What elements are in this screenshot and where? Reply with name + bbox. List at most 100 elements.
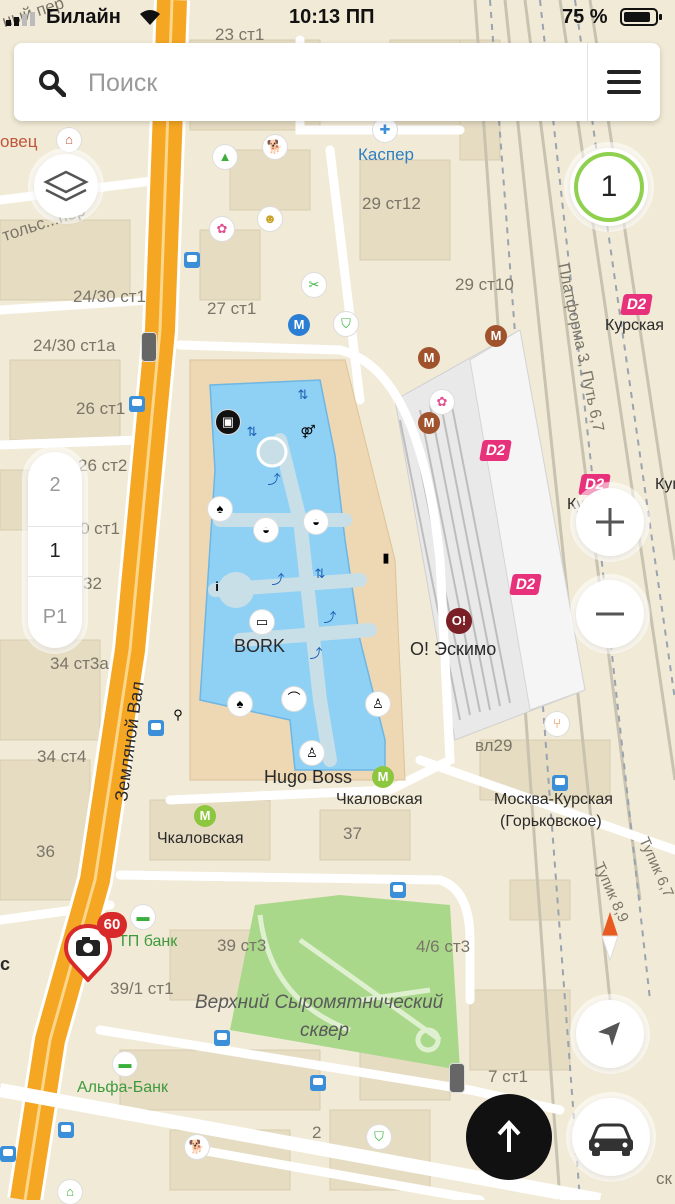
traffic-level-value: 1 <box>600 170 618 203</box>
metro-label-chkalovskaya[interactable]: Чкаловская <box>336 792 423 808</box>
map-label: 27 ст1 <box>207 299 257 318</box>
layers-button[interactable] <box>34 154 98 218</box>
metro-icon[interactable]: M <box>418 412 440 434</box>
metro-icon[interactable]: M <box>485 325 507 347</box>
scissors-icon[interactable]: ✂ <box>302 273 326 297</box>
carrier-label: Билайн <box>46 6 121 28</box>
route-button[interactable] <box>466 1094 552 1180</box>
bus-stop-icon[interactable] <box>58 1122 74 1138</box>
bank-icon[interactable]: ▬ <box>113 1052 137 1076</box>
bank-icon[interactable]: ▬ <box>131 905 155 929</box>
bicycle-icon[interactable]: ⚲ <box>166 703 190 727</box>
grocery-icon[interactable]: ⛉ <box>367 1125 391 1149</box>
theater-icon[interactable]: ☻ <box>258 207 282 231</box>
bag-icon[interactable]: ◒ <box>304 510 328 534</box>
dental-icon[interactable]: ✚ <box>373 118 397 142</box>
ice-cream-icon[interactable]: ♠ <box>228 692 252 716</box>
map-label: ск <box>656 1169 672 1188</box>
metro-label-chkalovskaya-2[interactable]: Чкаловская <box>157 831 244 847</box>
floor-1-button[interactable]: 1 <box>28 526 82 576</box>
electronics-icon[interactable]: ▭ <box>250 610 274 634</box>
escalator-icon[interactable]: ⤴ <box>266 568 290 592</box>
menu-button[interactable] <box>588 43 660 121</box>
wifi-icon <box>138 8 162 31</box>
hanger-icon[interactable]: ⌂ <box>58 1180 82 1204</box>
restroom-icon[interactable]: ⚤ <box>296 420 320 444</box>
bus-stop-icon[interactable] <box>552 775 568 791</box>
search-icon[interactable] <box>38 69 67 98</box>
info-icon[interactable]: i <box>205 575 229 599</box>
zoom-in-button[interactable] <box>576 488 644 556</box>
bank-label-tp[interactable]: ТП банк <box>118 934 177 950</box>
bus-stop-icon[interactable] <box>0 1146 16 1162</box>
floor-2-button[interactable]: 2 <box>28 460 82 510</box>
bus-stop-icon[interactable] <box>390 882 406 898</box>
escalator-icon[interactable]: ⤴ <box>304 642 328 666</box>
map-label: 4/6 ст3 <box>416 937 471 956</box>
layers-icon <box>43 170 89 202</box>
park-label[interactable]: Верхний Сыромятнический <box>195 993 443 1012</box>
traffic-light-icon <box>142 333 156 361</box>
cafe-icon[interactable]: O! <box>446 608 472 634</box>
elevator-icon[interactable]: ⇅ <box>240 420 264 444</box>
escalator-icon[interactable]: ⤴ <box>318 606 342 630</box>
bus-stop-icon[interactable] <box>214 1030 230 1046</box>
car-mode-button[interactable] <box>572 1098 650 1176</box>
search-input[interactable] <box>86 61 570 105</box>
grocery-icon[interactable]: ⛉ <box>334 312 358 336</box>
bag-icon[interactable]: ◒ <box>254 518 278 542</box>
d2-badge[interactable]: D2 <box>509 574 543 595</box>
map-label-partial: овец <box>0 132 38 151</box>
park-label-2: сквер <box>300 1020 350 1041</box>
mall-entrance-icon[interactable]: ▣ <box>216 410 240 434</box>
time-label: 10:13 ПП <box>289 6 375 28</box>
d2-badge[interactable]: D2 <box>479 440 513 461</box>
clothing-icon[interactable]: ♙ <box>366 692 390 716</box>
elevator-icon[interactable]: ⇅ <box>291 383 315 407</box>
car-icon <box>589 1123 633 1156</box>
my-location-button[interactable] <box>576 1000 644 1068</box>
traffic-light-icon <box>450 1064 464 1092</box>
battery-percent: 75 % <box>562 6 608 28</box>
clothing-icon[interactable]: ♙ <box>300 741 324 765</box>
map-label: 26 ст2 <box>78 456 128 475</box>
bus-stop-icon[interactable] <box>148 720 164 736</box>
floor-selector: 2 1 P1 <box>28 452 82 648</box>
zoom-out-button[interactable] <box>576 580 644 648</box>
bus-stop-icon[interactable] <box>129 396 145 412</box>
bus-stop-icon[interactable] <box>310 1075 326 1091</box>
metro-icon[interactable]: M <box>372 766 394 788</box>
map-label: 24/30 ст1а <box>33 336 116 355</box>
shoe-store-icon[interactable]: ▲ <box>213 145 237 169</box>
bus-stop-icon[interactable] <box>184 252 200 268</box>
pet-store-icon[interactable]: 🐕 <box>263 135 287 159</box>
map-label-partial-2: с <box>0 954 11 974</box>
station-label-moscow-kurskaya[interactable]: Москва-Курская <box>494 792 613 808</box>
place-label-hugo-boss[interactable]: Hugo Boss <box>264 768 352 786</box>
bank-label-alfa[interactable]: Альфа-Банк <box>77 1080 168 1096</box>
map-label: 34 ст4 <box>37 747 87 766</box>
d2-badge[interactable]: D2 <box>620 294 654 315</box>
place-label-kasper[interactable]: Каспер <box>358 146 414 163</box>
lingerie-icon[interactable]: ⌒ <box>282 687 306 711</box>
hospital-icon[interactable]: ⌂ <box>57 128 81 152</box>
metro-icon[interactable]: M <box>418 347 440 369</box>
compass-button[interactable] <box>590 908 630 964</box>
map-label: 29 ст10 <box>455 275 514 294</box>
restaurant-icon[interactable]: ⑂ <box>545 712 569 736</box>
floor-p1-button[interactable]: P1 <box>28 592 82 642</box>
metro-icon[interactable]: M <box>194 805 216 827</box>
map-label: 39 ст3 <box>217 936 267 955</box>
flower-icon[interactable]: ✿ <box>430 390 454 414</box>
escalator-icon[interactable]: ⤴ <box>262 468 286 492</box>
place-label-o-eskimo[interactable]: О! Эскимо <box>410 640 496 658</box>
flower-icon[interactable]: ✿ <box>210 217 234 241</box>
map-label: 26 ст1 <box>76 399 126 418</box>
traffic-level-button[interactable]: 1 <box>570 148 648 226</box>
dog-icon[interactable]: 🐕 <box>185 1135 209 1159</box>
place-label-bork[interactable]: BORK <box>234 637 285 655</box>
fire-extinguisher-icon: ▮ <box>382 550 390 565</box>
metro-icon[interactable]: M <box>288 314 310 336</box>
ice-cream-icon[interactable]: ♠ <box>208 497 232 521</box>
elevator-icon[interactable]: ⇅ <box>308 562 332 586</box>
